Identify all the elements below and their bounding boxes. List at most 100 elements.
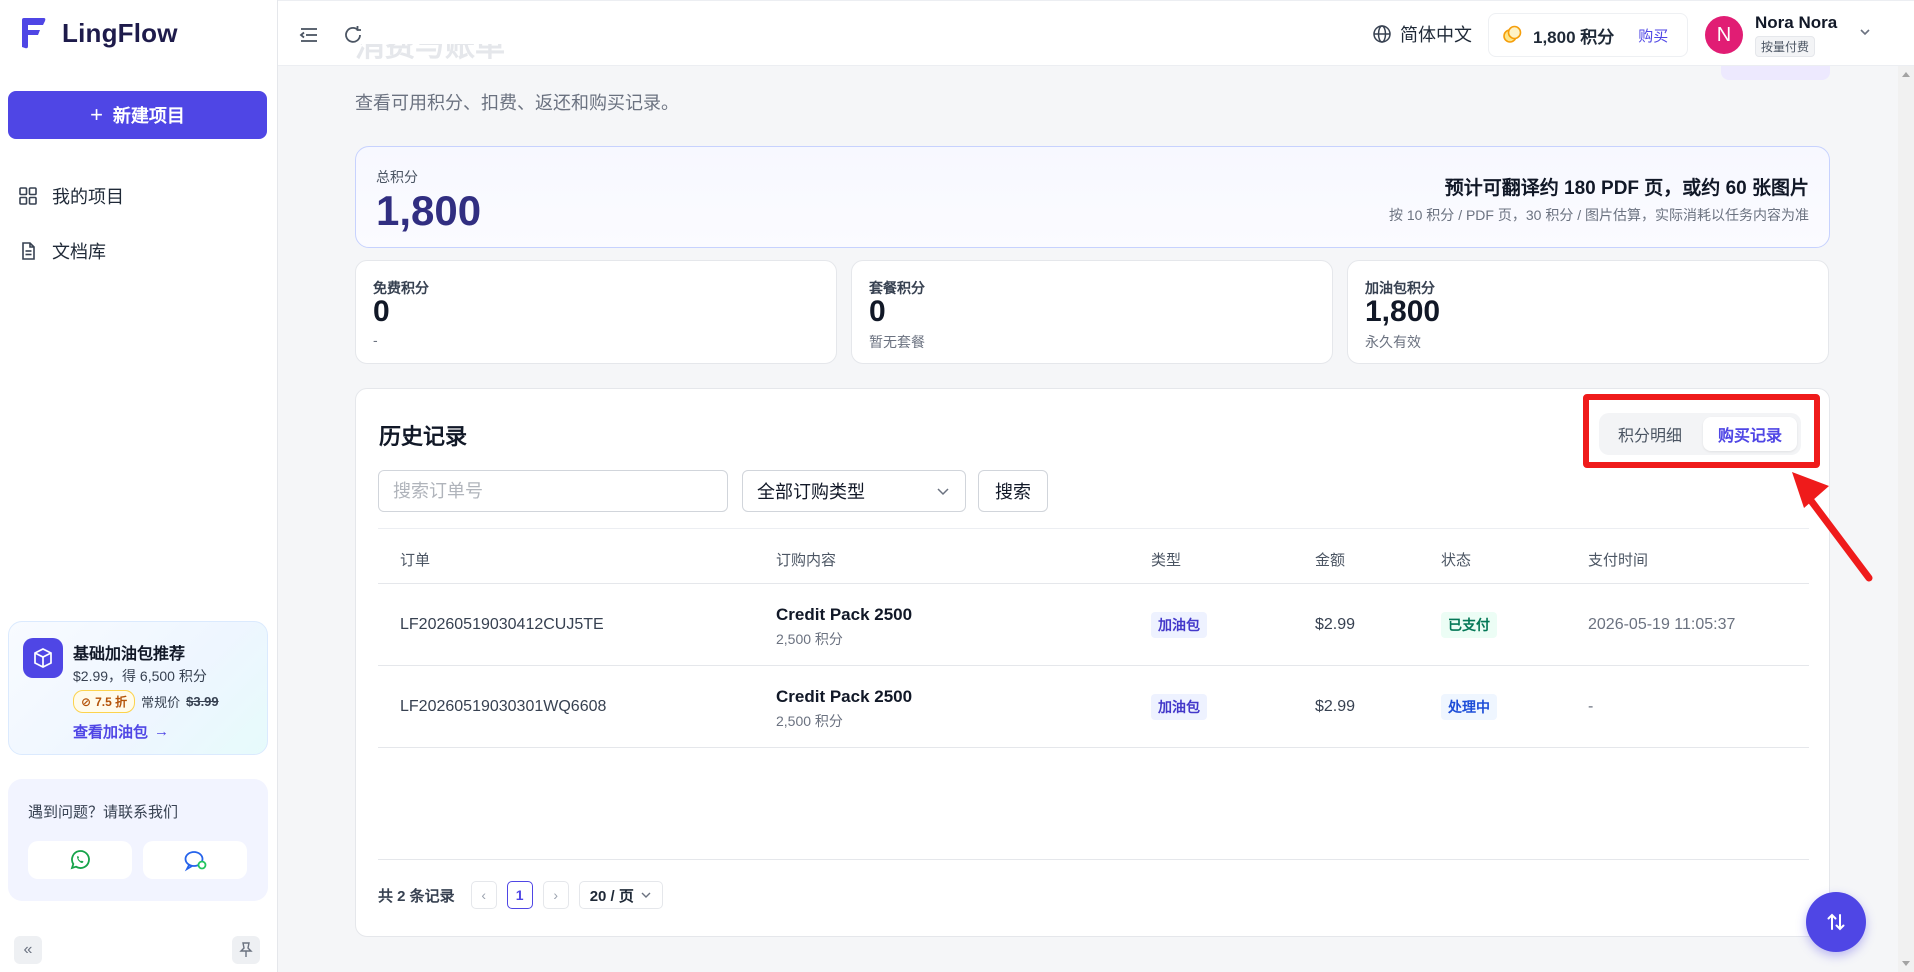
promo-card: 基础加油包推荐 $2.99，得 6,500 积分 ⊘ 7.5 折 常规价 $3.… <box>8 621 268 755</box>
pin-sidebar-button[interactable] <box>232 936 260 964</box>
discount-label: 7.5 折 <box>95 695 128 709</box>
table-footer-divider <box>378 859 1809 860</box>
product-credits: 2,500 积分 <box>776 631 843 647</box>
view-packs-label: 查看加油包 <box>73 724 149 741</box>
whatsapp-icon <box>70 850 90 870</box>
page-size-select[interactable]: 20 / 页 <box>578 881 663 909</box>
regular-price-label: 常规价 <box>141 695 181 710</box>
order-id: LF20260519030301WQ6608 <box>400 698 607 715</box>
order-id: LF20260519030412CUJ5TE <box>400 616 604 633</box>
chevron-right-icon: › <box>553 887 559 903</box>
menu-fold-icon[interactable] <box>298 24 320 46</box>
help-text: 遇到问题？请联系我们 <box>28 804 179 821</box>
prev-page-button[interactable]: ‹ <box>470 881 497 909</box>
sidebar-item-my-projects[interactable]: 我的项目 <box>18 183 124 209</box>
document-icon <box>22 242 35 260</box>
collapse-sidebar-button[interactable]: « <box>14 936 42 964</box>
credit-balance-chip: 1,800 积分 购买 <box>1488 13 1688 57</box>
status-badge: 处理中 <box>1441 694 1497 720</box>
app-name: LingFlow <box>62 17 178 48</box>
next-page-button[interactable]: › <box>542 881 569 909</box>
arrow-right-icon: → <box>154 723 170 740</box>
history-title: 历史记录 <box>379 424 468 449</box>
search-button[interactable]: 搜索 <box>978 470 1048 512</box>
chevron-left-icon: ‹ <box>481 887 487 903</box>
pack-credits-card: 加油包积分 1,800 永久有效 <box>1347 260 1829 364</box>
credit-card-note: 永久有效 <box>1365 334 1421 350</box>
chevron-down-icon <box>641 892 651 898</box>
app-logo[interactable]: LingFlow <box>18 16 178 50</box>
sidebar-item-document-library[interactable]: 文档库 <box>18 238 106 264</box>
pagination: 共 2 条记录 ‹ 1 › 20 / 页 <box>378 881 663 909</box>
plus-icon: + <box>90 102 103 127</box>
page-action-button[interactable] <box>1721 66 1830 80</box>
column-header: 状态 <box>1441 552 1472 569</box>
lingflow-logo-icon <box>22 18 46 49</box>
column-header: 类型 <box>1151 552 1182 569</box>
plan-credits-card: 套餐积分 0 暂无套餐 <box>851 260 1333 364</box>
top-bar: 简体中文 1,800 积分 购买 N Nora Nora 按量付费 <box>278 0 1914 66</box>
product-name: Credit Pack 2500 <box>776 687 913 706</box>
order-amount: $2.99 <box>1315 698 1356 715</box>
credit-card-value: 0 <box>869 295 886 328</box>
whatsapp-button[interactable] <box>28 841 132 879</box>
view-packs-link[interactable]: 查看加油包 → <box>73 721 169 742</box>
regular-price: $3.99 <box>186 694 219 709</box>
page-number-button[interactable]: 1 <box>506 881 533 909</box>
type-badge: 加油包 <box>1151 612 1207 638</box>
scroll-down-icon[interactable] <box>1902 961 1910 966</box>
avatar[interactable]: N <box>1705 16 1743 54</box>
usage-estimate-note: 按 10 积分 / PDF 页，30 积分 / 图片估算，实际消耗以任务内容为准 <box>1388 207 1809 223</box>
credit-card-note: 暂无套餐 <box>869 334 925 350</box>
swap-vertical-icon <box>1827 913 1845 931</box>
new-project-button[interactable]: + 新建项目 <box>8 91 267 139</box>
sidebar-item-label: 文档库 <box>52 242 106 262</box>
language-label: 简体中文 <box>1400 25 1472 45</box>
table-row[interactable]: LF20260519030412CUJ5TE Credit Pack 2500 … <box>378 584 1809 666</box>
credit-card-value: 1,800 <box>1365 295 1441 328</box>
total-records: 共 2 条记录 <box>378 887 455 905</box>
scroll-up-icon[interactable] <box>1902 72 1910 77</box>
help-card: 遇到问题？请联系我们 <box>8 779 268 901</box>
table-row[interactable]: LF20260519030301WQ6608 Credit Pack 2500 … <box>378 666 1809 748</box>
buy-credits-link[interactable]: 购买 <box>1638 25 1668 46</box>
total-credits-label: 总积分 <box>376 169 418 185</box>
chat-icon <box>184 851 207 872</box>
order-type-select[interactable]: 全部订购类型 <box>742 470 966 512</box>
chat-button[interactable] <box>143 841 247 879</box>
order-search-input[interactable] <box>378 470 728 512</box>
annotation-highlight-box <box>1583 394 1820 468</box>
new-project-label: 新建项目 <box>112 106 185 126</box>
pin-icon <box>239 942 253 957</box>
double-chevron-left-icon: « <box>23 941 33 958</box>
history-panel: 历史记录 积分明细 购买记录 全部订购类型 搜索 订单 订购内容 类型 金额 状… <box>355 388 1830 937</box>
page-subtitle: 查看可用积分、扣费、返还和购买记录。 <box>355 93 679 113</box>
discount-badge: ⊘ 7.5 折 <box>73 690 136 713</box>
order-amount: $2.99 <box>1315 616 1356 633</box>
purchase-table: 订单 订购内容 类型 金额 状态 支付时间 LF20260519030412CU… <box>378 528 1809 748</box>
payment-time: - <box>1588 698 1594 715</box>
page-title: 消费与账单 <box>355 44 505 63</box>
coins-icon <box>1503 25 1522 43</box>
scroll-toggle-button[interactable] <box>1806 892 1866 952</box>
globe-icon <box>1373 25 1391 43</box>
page-scrollbar[interactable] <box>1898 66 1914 972</box>
credit-card-note: - <box>373 332 378 348</box>
package-icon <box>23 638 63 678</box>
table-header: 订单 订购内容 类型 金额 状态 支付时间 <box>378 528 1809 584</box>
refresh-icon[interactable] <box>342 24 364 46</box>
sidebar-item-label: 我的项目 <box>52 187 124 207</box>
promo-subtitle: $2.99，得 6,500 积分 <box>73 668 207 684</box>
usage-estimate: 预计可翻译约 180 PDF 页，或约 60 张图片 <box>1444 178 1809 199</box>
column-header: 订购内容 <box>776 552 837 569</box>
credit-card-value: 0 <box>373 295 390 328</box>
column-header: 订单 <box>400 552 431 569</box>
discount-icon: ⊘ <box>81 694 92 709</box>
status-badge: 已支付 <box>1441 612 1497 638</box>
sidebar: LingFlow + 新建项目 我的项目 文档库 基础加油包推荐 $2.99，得… <box>0 0 278 972</box>
user-name[interactable]: Nora Nora <box>1755 13 1837 33</box>
chevron-down-icon[interactable] <box>1858 25 1872 39</box>
credit-balance: 1,800 积分 <box>1533 27 1615 47</box>
language-switcher[interactable]: 简体中文 <box>1372 21 1472 47</box>
order-type-value: 全部订购类型 <box>757 482 865 502</box>
